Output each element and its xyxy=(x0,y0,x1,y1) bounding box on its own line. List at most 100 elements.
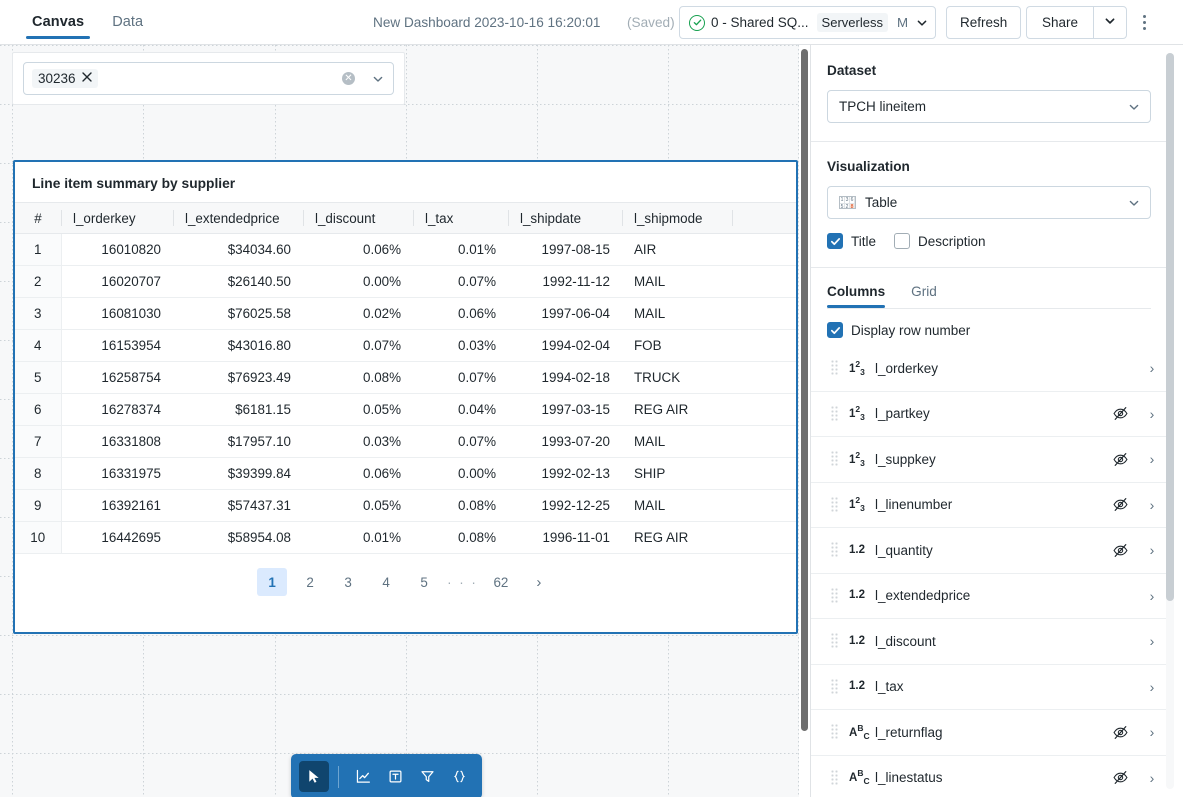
chevron-right-icon[interactable]: › xyxy=(1147,588,1157,604)
tab-canvas[interactable]: Canvas xyxy=(18,0,98,45)
close-icon[interactable] xyxy=(82,72,92,85)
drag-handle-icon[interactable] xyxy=(831,724,839,740)
cluster-selector[interactable]: 0 - Shared SQ... Serverless M xyxy=(679,6,936,39)
column-row-partkey[interactable]: 123 l_partkey › xyxy=(811,392,1167,438)
subtab-grid[interactable]: Grid xyxy=(911,284,941,308)
title-checkbox[interactable] xyxy=(827,233,843,249)
chevron-down-icon[interactable] xyxy=(371,72,385,86)
eye-slash-icon[interactable] xyxy=(1112,405,1129,422)
eye-slash-icon[interactable] xyxy=(1112,724,1129,741)
table-row[interactable]: 2 16020707 $26140.50 0.00% 0.07% 1992-11… xyxy=(15,266,796,298)
page-button-last[interactable]: 62 xyxy=(486,568,516,596)
column-header-extendedprice[interactable]: l_extendedprice xyxy=(173,203,303,234)
chevron-right-icon[interactable]: › xyxy=(1147,633,1157,649)
display-row-number-checkbox[interactable] xyxy=(827,322,843,338)
canvas-area[interactable]: 30236 ✕ Line item summary by suppl xyxy=(0,45,810,797)
column-header-discount[interactable]: l_discount xyxy=(303,203,413,234)
chevron-right-icon[interactable]: › xyxy=(1147,542,1157,558)
cell-shipdate: 1996-11-01 xyxy=(508,522,622,554)
table-row[interactable]: 7 16331808 $17957.10 0.03% 0.07% 1993-07… xyxy=(15,426,796,458)
chevron-right-icon[interactable]: › xyxy=(1147,770,1157,786)
decimal-type-icon: 1.2 xyxy=(849,545,873,557)
page-button-3[interactable]: 3 xyxy=(333,568,363,596)
drag-handle-icon[interactable] xyxy=(831,542,839,558)
column-header-index[interactable]: # xyxy=(15,203,61,234)
column-row-linestatus[interactable]: ABC l_linestatus › xyxy=(811,756,1167,797)
pointer-icon[interactable] xyxy=(299,761,329,792)
drag-handle-icon[interactable] xyxy=(831,679,839,695)
integer-type-icon: 123 xyxy=(849,496,873,513)
filter-funnel-icon[interactable] xyxy=(412,761,442,792)
column-header-orderkey[interactable]: l_orderkey xyxy=(61,203,173,234)
eye-slash-icon[interactable] xyxy=(1112,496,1129,513)
text-box-icon[interactable] xyxy=(380,761,410,792)
dashboard-title[interactable]: New Dashboard 2023-10-16 16:20:01 xyxy=(373,0,600,45)
column-row-discount[interactable]: 1.2 l_discount › xyxy=(811,619,1167,665)
drag-handle-icon[interactable] xyxy=(831,406,839,422)
refresh-button[interactable]: Refresh xyxy=(946,6,1021,39)
eye-slash-icon[interactable] xyxy=(1112,451,1129,468)
column-label: l_discount xyxy=(875,634,936,649)
subtab-columns[interactable]: Columns xyxy=(827,284,889,308)
canvas-scrollbar[interactable] xyxy=(799,45,810,797)
column-row-quantity[interactable]: 1.2 l_quantity › xyxy=(811,528,1167,574)
table-row[interactable]: 8 16331975 $39399.84 0.06% 0.00% 1992-02… xyxy=(15,458,796,490)
drag-handle-icon[interactable] xyxy=(831,360,839,376)
drag-handle-icon[interactable] xyxy=(831,770,839,786)
share-dropdown-button[interactable] xyxy=(1093,6,1127,39)
visualization-toggles: Title Description xyxy=(827,233,1151,249)
panel-scrollbar-thumb[interactable] xyxy=(1166,53,1174,601)
description-checkbox[interactable] xyxy=(894,233,910,249)
tab-data[interactable]: Data xyxy=(98,0,157,45)
column-row-suppkey[interactable]: 123 l_suppkey › xyxy=(811,437,1167,483)
filter-widget[interactable]: 30236 ✕ xyxy=(12,52,405,105)
table-row[interactable]: 3 16081030 $76025.58 0.02% 0.06% 1997-06… xyxy=(15,298,796,330)
eye-slash-icon[interactable] xyxy=(1112,542,1129,559)
dataset-select[interactable]: TPCH lineitem xyxy=(827,90,1151,123)
cell-extendedprice: $76025.58 xyxy=(173,298,303,330)
column-header-shipdate[interactable]: l_shipdate xyxy=(508,203,622,234)
visualization-select[interactable]: 1 3 6 5 2 8 Table xyxy=(827,186,1151,219)
column-row-returnflag[interactable]: ABC l_returnflag › xyxy=(811,710,1167,756)
eye-slash-icon[interactable] xyxy=(1112,769,1129,786)
clear-circle-icon[interactable]: ✕ xyxy=(342,72,355,85)
chevron-right-icon[interactable]: › xyxy=(1147,360,1157,376)
page-button-5[interactable]: 5 xyxy=(409,568,439,596)
table-row[interactable]: 4 16153954 $43016.80 0.07% 0.03% 1994-02… xyxy=(15,330,796,362)
page-button-4[interactable]: 4 xyxy=(371,568,401,596)
table-row[interactable]: 1 16010820 $34034.60 0.06% 0.01% 1997-08… xyxy=(15,234,796,266)
page-button-1[interactable]: 1 xyxy=(257,568,287,596)
chevron-right-icon[interactable]: › xyxy=(1147,451,1157,467)
column-header-tax[interactable]: l_tax xyxy=(413,203,508,234)
cell-overflow xyxy=(732,426,796,458)
chevron-right-icon[interactable]: › xyxy=(1147,679,1157,695)
drag-handle-icon[interactable] xyxy=(831,497,839,513)
column-header-shipmode[interactable]: l_shipmode xyxy=(622,203,732,234)
table-row[interactable]: 10 16442695 $58954.08 0.01% 0.08% 1996-1… xyxy=(15,522,796,554)
share-button[interactable]: Share xyxy=(1026,6,1093,39)
column-row-extendedprice[interactable]: 1.2 l_extendedprice › xyxy=(811,574,1167,620)
column-row-linenumber[interactable]: 123 l_linenumber › xyxy=(811,483,1167,529)
filter-input[interactable]: 30236 ✕ xyxy=(23,62,394,95)
column-row-tax[interactable]: 1.2 l_tax › xyxy=(811,665,1167,711)
chevron-right-icon[interactable]: › xyxy=(1147,724,1157,740)
drag-handle-icon[interactable] xyxy=(831,451,839,467)
column-row-orderkey[interactable]: 123 l_orderkey › xyxy=(811,346,1167,392)
column-actions: › xyxy=(1112,724,1157,741)
table-row[interactable]: 6 16278374 $6181.15 0.05% 0.04% 1997-03-… xyxy=(15,394,796,426)
drag-handle-icon[interactable] xyxy=(831,588,839,604)
table-icon-cell: 6 xyxy=(850,197,855,204)
chevron-right-icon[interactable]: › xyxy=(1147,497,1157,513)
page-button-2[interactable]: 2 xyxy=(295,568,325,596)
table-row[interactable]: 5 16258754 $76923.49 0.08% 0.07% 1994-02… xyxy=(15,362,796,394)
next-page-button[interactable]: › xyxy=(524,568,554,596)
kebab-menu-icon[interactable] xyxy=(1133,6,1155,39)
chevron-right-icon[interactable]: › xyxy=(1147,406,1157,422)
column-header-overflow[interactable] xyxy=(732,203,796,234)
table-widget[interactable]: Line item summary by supplier # l_orderk… xyxy=(13,160,798,634)
code-braces-icon[interactable] xyxy=(444,761,474,792)
table-row[interactable]: 9 16392161 $57437.31 0.05% 0.08% 1992-12… xyxy=(15,490,796,522)
chart-icon[interactable] xyxy=(348,761,378,792)
canvas-scrollbar-thumb[interactable] xyxy=(801,49,808,731)
drag-handle-icon[interactable] xyxy=(831,633,839,649)
